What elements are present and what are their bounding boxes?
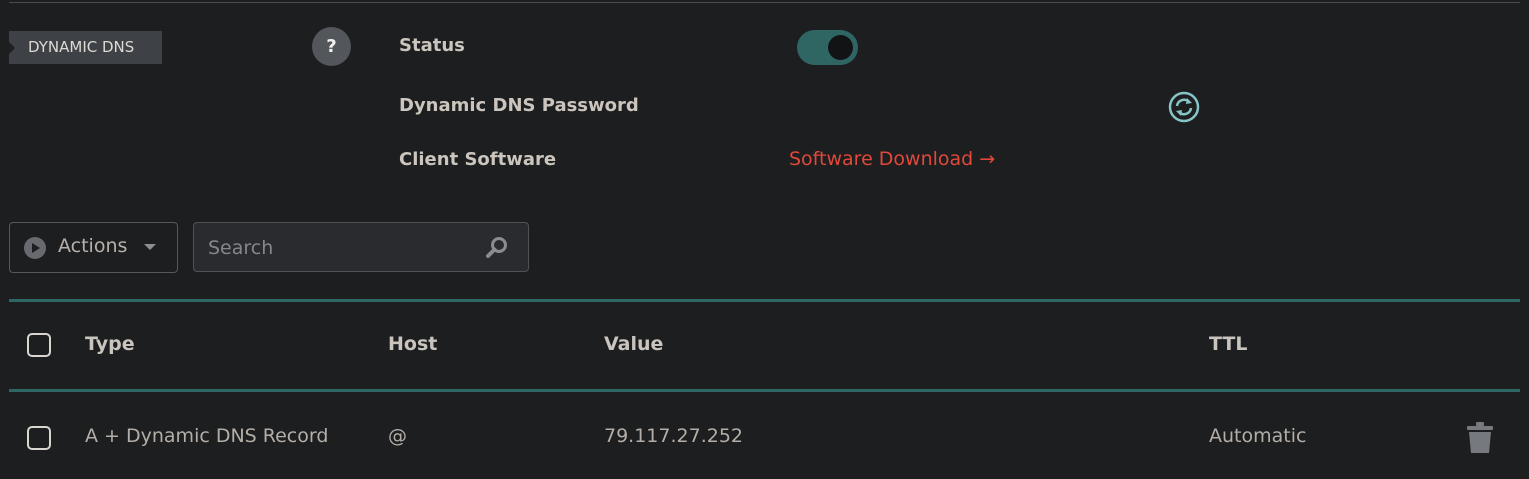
tag-arrow-icon: [9, 42, 15, 54]
status-label: Status: [399, 35, 465, 56]
password-label: Dynamic DNS Password: [399, 95, 639, 116]
chevron-down-icon: [144, 244, 156, 250]
header-host[interactable]: Host: [388, 333, 437, 355]
table-top-divider: [9, 299, 1520, 302]
select-all-checkbox[interactable]: [27, 333, 51, 357]
client-software-label: Client Software: [399, 149, 557, 170]
row-ttl: Automatic: [1209, 425, 1307, 447]
row-checkbox[interactable]: [27, 426, 51, 450]
help-button[interactable]: ?: [312, 27, 351, 66]
table-header-divider: [9, 389, 1520, 392]
help-icon: ?: [326, 36, 337, 57]
row-value: 79.117.27.252: [604, 425, 744, 447]
refresh-icon[interactable]: [1168, 91, 1200, 123]
search-input[interactable]: [206, 223, 480, 273]
actions-button[interactable]: Actions: [9, 222, 178, 273]
play-icon: [24, 237, 46, 259]
software-download-link[interactable]: Software Download →: [789, 148, 995, 170]
toggle-knob: [828, 35, 853, 60]
section-title: DYNAMIC DNS: [28, 38, 135, 56]
search-box: [193, 222, 529, 273]
top-divider: [9, 2, 1520, 3]
search-icon[interactable]: [484, 235, 510, 261]
trash-icon[interactable]: [1466, 421, 1494, 454]
header-value[interactable]: Value: [604, 333, 663, 355]
row-host: @: [388, 425, 407, 447]
header-type[interactable]: Type: [85, 333, 135, 355]
section-tag: DYNAMIC DNS: [9, 31, 162, 64]
status-toggle[interactable]: [797, 30, 858, 65]
actions-label: Actions: [58, 235, 128, 257]
header-ttl[interactable]: TTL: [1209, 333, 1247, 355]
row-type: A + Dynamic DNS Record: [85, 425, 329, 447]
